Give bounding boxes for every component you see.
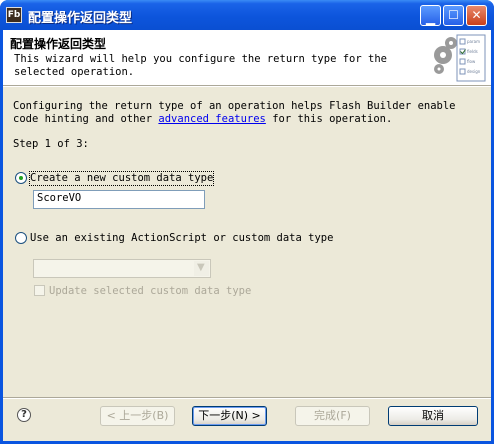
- radio-selected-dot: [19, 176, 23, 180]
- create-new-type-radio[interactable]: [15, 172, 27, 184]
- finish-button[interactable]: 完成(F): [295, 406, 370, 426]
- title-bar[interactable]: Fb 配置操作返回类型 ▁ ☐ ✕: [0, 0, 494, 30]
- maximize-button[interactable]: ☐: [443, 5, 464, 26]
- update-type-checkbox[interactable]: [34, 285, 45, 296]
- art-label-1: param: [467, 39, 480, 44]
- art-label-3: flow: [467, 59, 476, 64]
- use-existing-type-label[interactable]: Use an existing ActionScript or custom d…: [30, 232, 333, 245]
- close-icon: ✕: [471, 8, 482, 22]
- minimize-icon: ▁: [425, 11, 436, 25]
- art-label-4: design: [467, 69, 481, 74]
- wizard-banner: 配置操作返回类型 This wizard will help you confi…: [3, 30, 491, 85]
- back-button[interactable]: < 上一步(B): [100, 406, 175, 426]
- next-button[interactable]: 下一步(N) >: [192, 406, 267, 426]
- footer-separator: [3, 397, 491, 399]
- maximize-icon: ☐: [448, 8, 459, 22]
- step-indicator: Step 1 of 3:: [13, 138, 89, 150]
- minimize-button[interactable]: ▁: [420, 5, 441, 26]
- advanced-features-link[interactable]: advanced features: [158, 113, 265, 125]
- combo-arrow: ▼: [194, 261, 209, 276]
- update-type-label: Update selected custom data type: [49, 285, 252, 297]
- use-existing-type-radio[interactable]: [15, 232, 27, 244]
- existing-type-combo-button[interactable]: ▼: [33, 259, 211, 278]
- dialog-client-area: 配置操作返回类型 This wizard will help you confi…: [3, 30, 491, 441]
- banner-title: 配置操作返回类型: [10, 37, 107, 51]
- cancel-button[interactable]: 取消: [388, 406, 478, 426]
- window-title: 配置操作返回类型: [28, 11, 133, 26]
- help-icon[interactable]: ?: [17, 408, 31, 422]
- intro-text: Configuring the return type of an operat…: [13, 100, 483, 126]
- flash-builder-icon: Fb: [6, 7, 22, 23]
- wizard-gears-icon: param fields flow design: [434, 34, 486, 82]
- wizard-window: Fb 配置操作返回类型 ▁ ☐ ✕ 配置操作返回类型 This wizard w…: [0, 0, 494, 444]
- close-button[interactable]: ✕: [466, 5, 487, 26]
- create-new-type-label[interactable]: Create a new custom data type: [28, 171, 215, 186]
- type-name-input[interactable]: ScoreVO: [33, 190, 205, 209]
- chevron-down-icon: ▼: [197, 262, 205, 273]
- art-label-2: fields: [467, 49, 478, 54]
- intro-text-end: for this operation.: [265, 113, 393, 125]
- banner-description: This wizard will help you configure the …: [14, 53, 387, 78]
- banner-separator: [3, 85, 491, 87]
